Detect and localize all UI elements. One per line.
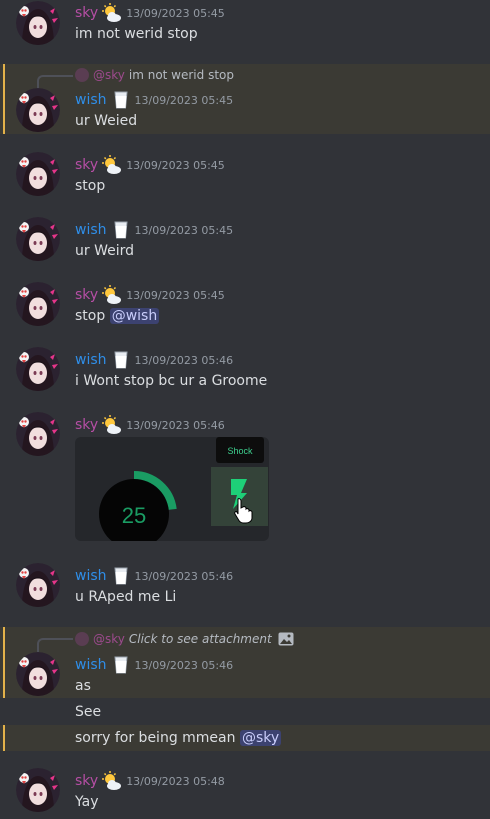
message-2: @sky im not werid stop wish 13/09/2023 0… xyxy=(0,64,490,134)
image-icon xyxy=(278,632,294,646)
avatar-wish[interactable] xyxy=(16,347,60,391)
message-5: sky 13/09/2023 05:45 stop @wish xyxy=(0,280,490,334)
reply-avatar xyxy=(75,632,89,646)
glass-of-milk-icon xyxy=(111,566,131,586)
author-name[interactable]: wish xyxy=(75,222,107,238)
author-name[interactable]: wish xyxy=(75,657,107,673)
timestamp[interactable]: 13/09/2023 05:46 xyxy=(126,419,225,432)
reply-author[interactable]: @sky xyxy=(93,632,125,646)
message-8: wish 13/09/2023 05:46 u RAped me Li xyxy=(0,561,490,615)
author-name[interactable]: wish xyxy=(75,352,107,368)
reply-spine xyxy=(37,75,73,89)
avatar-wish[interactable] xyxy=(16,88,60,132)
avatar-wish[interactable] xyxy=(16,652,60,696)
message-6: wish 13/09/2023 05:46 i Wont stop bc ur … xyxy=(0,345,490,399)
author-name[interactable]: wish xyxy=(75,92,107,108)
message-text: See xyxy=(75,704,102,720)
timestamp[interactable]: 13/09/2023 05:45 xyxy=(126,159,225,172)
reply-avatar xyxy=(75,68,89,82)
avatar-sky[interactable] xyxy=(16,152,60,196)
message-10: See xyxy=(0,700,490,724)
glass-of-milk-icon xyxy=(111,655,131,675)
author-name[interactable]: wish xyxy=(75,568,107,584)
author-name[interactable]: sky xyxy=(75,773,98,789)
message-text: as xyxy=(75,678,91,694)
message-text: u RAped me Li xyxy=(75,589,177,605)
timestamp[interactable]: 13/09/2023 05:45 xyxy=(135,224,234,237)
author-name[interactable]: sky xyxy=(75,287,98,303)
reply-text[interactable]: Click to see attachment xyxy=(129,632,272,646)
avatar-sky[interactable] xyxy=(16,412,60,456)
image-attachment[interactable]: 25 Shock xyxy=(75,437,269,541)
author-name[interactable]: sky xyxy=(75,417,98,433)
reply-author[interactable]: @sky xyxy=(93,68,125,82)
message-content: sorry for being mmean @sky xyxy=(75,728,282,748)
sun-behind-cloud-icon xyxy=(101,2,122,23)
message-1: sky 13/09/2023 05:45 im not werid stop xyxy=(0,0,490,52)
user-mention[interactable]: @wish xyxy=(109,308,160,324)
glass-of-milk-icon xyxy=(111,90,131,110)
sun-behind-cloud-icon xyxy=(101,284,122,305)
author-name[interactable]: sky xyxy=(75,157,98,173)
sun-behind-cloud-icon xyxy=(101,154,122,175)
message-text: ur Weird xyxy=(75,243,135,259)
reply-reference[interactable]: @sky im not werid stop xyxy=(75,66,234,84)
message-text: stop xyxy=(75,178,106,194)
message-12: sky 13/09/2023 05:48 Yay xyxy=(0,766,490,819)
message-text: Yay xyxy=(75,794,99,810)
sun-behind-cloud-icon xyxy=(101,770,122,791)
message-text: im not werid stop xyxy=(75,26,198,42)
timestamp[interactable]: 13/09/2023 05:48 xyxy=(126,775,225,788)
message-4: wish 13/09/2023 05:45 ur Weird xyxy=(0,215,490,269)
user-mention[interactable]: @sky xyxy=(239,730,282,746)
avatar-sky[interactable] xyxy=(16,282,60,326)
avatar-wish[interactable] xyxy=(16,563,60,607)
message-9: @sky Click to see attachment wish 13/09/… xyxy=(0,627,490,698)
message-text: i Wont stop bc ur a Groome xyxy=(75,373,268,389)
message-text: sorry for being mmean xyxy=(75,730,236,746)
reply-spine xyxy=(37,638,73,652)
glass-of-milk-icon xyxy=(111,220,131,240)
message-3: sky 13/09/2023 05:45 stop xyxy=(0,150,490,204)
reply-text: im not werid stop xyxy=(128,68,234,82)
avatar-wish[interactable] xyxy=(16,217,60,261)
timestamp[interactable]: 13/09/2023 05:46 xyxy=(135,570,234,583)
timestamp[interactable]: 13/09/2023 05:45 xyxy=(126,289,225,302)
timestamp[interactable]: 13/09/2023 05:45 xyxy=(135,94,234,107)
tooltip-text: Shock xyxy=(227,446,253,456)
timestamp[interactable]: 13/09/2023 05:46 xyxy=(135,659,234,672)
glass-of-milk-icon xyxy=(111,350,131,370)
avatar-sky[interactable] xyxy=(16,1,60,45)
gauge-value: 25 xyxy=(122,503,146,528)
sun-behind-cloud-icon xyxy=(101,414,122,435)
timestamp[interactable]: 13/09/2023 05:46 xyxy=(135,354,234,367)
avatar-sky[interactable] xyxy=(16,768,60,812)
reply-reference[interactable]: @sky Click to see attachment xyxy=(75,630,294,648)
message-content: stop @wish xyxy=(75,306,160,326)
author-name[interactable]: sky xyxy=(75,5,98,21)
message-text: ur Weied xyxy=(75,113,138,129)
message-11: sorry for being mmean @sky xyxy=(0,725,490,751)
timestamp[interactable]: 13/09/2023 05:45 xyxy=(126,7,225,20)
message-text: stop xyxy=(75,308,106,324)
